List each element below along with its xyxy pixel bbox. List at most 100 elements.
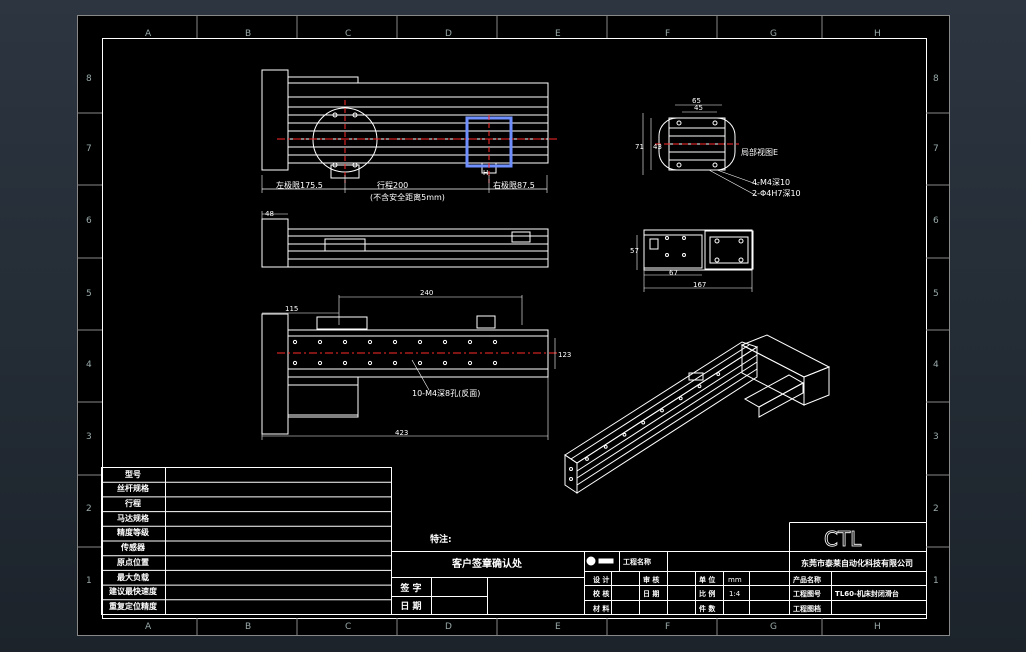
hole bbox=[292, 360, 298, 366]
hole-note: 10-M4深8孔(反面) bbox=[412, 388, 480, 398]
hole bbox=[603, 444, 608, 449]
zone-label: 5 bbox=[933, 289, 939, 299]
hole bbox=[492, 339, 498, 345]
view-bottom[interactable] bbox=[261, 295, 557, 440]
zone-label: G bbox=[770, 29, 777, 39]
date-label: 日 期 bbox=[400, 600, 421, 612]
drawing-no-label: 工程图号 bbox=[793, 589, 821, 598]
spec-label: 马达规格 bbox=[117, 513, 150, 523]
unit-value: mm bbox=[728, 576, 742, 584]
m4-note: 4-M4深10 bbox=[752, 178, 790, 187]
zone-label: E bbox=[555, 622, 561, 632]
zone-label: 4 bbox=[933, 360, 939, 370]
zone-label: D bbox=[445, 29, 452, 39]
spec-label: 重复定位精度 bbox=[109, 601, 158, 611]
title-block bbox=[584, 522, 927, 615]
hole bbox=[442, 339, 448, 345]
hole bbox=[467, 360, 473, 366]
drawing-sheet: A B C D E F G H A B C D E F G H 8 7 6 5 bbox=[77, 15, 950, 636]
zone-label: 1 bbox=[86, 576, 92, 586]
review-label: 审 核 bbox=[643, 575, 659, 584]
dim-h: 57 bbox=[630, 247, 639, 255]
limit-mark: H bbox=[483, 169, 488, 177]
design-label: 设 计 bbox=[593, 575, 609, 584]
dim-offset: 48 bbox=[265, 210, 274, 218]
archive-label: 工程图档 bbox=[793, 604, 821, 613]
spec-label: 建议最快速度 bbox=[108, 586, 158, 596]
zone-label: 4 bbox=[86, 360, 92, 370]
dim-span: 240 bbox=[420, 289, 433, 297]
scale-value: 1:4 bbox=[729, 590, 741, 598]
view-side-long[interactable] bbox=[261, 211, 549, 268]
hole bbox=[292, 339, 298, 345]
dim-left-limit: 左极限175.5 bbox=[276, 180, 323, 190]
check-label: 校 核 bbox=[593, 589, 609, 598]
zone-label: A bbox=[145, 622, 152, 632]
zone-label: 8 bbox=[933, 74, 939, 84]
zone-label: 5 bbox=[86, 289, 92, 299]
zone-label: 2 bbox=[933, 504, 939, 514]
hole bbox=[317, 360, 323, 366]
count-label: 件 数 bbox=[699, 604, 716, 613]
drawing-canvas[interactable]: A B C D E F G H A B C D E F G H 8 7 6 5 bbox=[77, 15, 950, 636]
customer-title: 客户签章确认处 bbox=[451, 557, 523, 570]
spec-label: 行程 bbox=[124, 498, 141, 508]
zone-label: 7 bbox=[933, 144, 939, 154]
spec-label: 精度等级 bbox=[117, 527, 150, 537]
dim-total: 423 bbox=[395, 429, 408, 437]
dim-d: 71 bbox=[635, 143, 644, 151]
phi-note: 2-Φ4H7深10 bbox=[752, 189, 801, 198]
zone-label: D bbox=[445, 622, 452, 632]
zone-label: 6 bbox=[86, 216, 92, 226]
zone-label: 8 bbox=[86, 74, 92, 84]
product-label: 产品名称 bbox=[793, 575, 821, 584]
zone-label: F bbox=[665, 622, 670, 632]
zone-label: 3 bbox=[86, 432, 92, 442]
detail-note: 局部视图E bbox=[741, 147, 778, 157]
date-label-tb: 日 期 bbox=[643, 589, 659, 598]
view-top[interactable] bbox=[261, 69, 557, 193]
company-logo: CTL bbox=[824, 527, 862, 551]
zone-label: 3 bbox=[933, 432, 939, 442]
zone-label: 1 bbox=[933, 576, 939, 586]
hole bbox=[367, 339, 373, 345]
hole bbox=[622, 432, 627, 437]
dim-i: 67 bbox=[669, 269, 678, 277]
zone-label: A bbox=[145, 29, 152, 39]
hole bbox=[492, 360, 498, 366]
hole bbox=[392, 360, 398, 366]
zone-label: H bbox=[874, 29, 881, 39]
zone-label: 6 bbox=[933, 216, 939, 226]
outer-frame bbox=[77, 15, 950, 636]
dim-c: 43 bbox=[653, 143, 662, 151]
material-label: 材 料 bbox=[592, 604, 609, 613]
scale-label: 比 例 bbox=[699, 589, 715, 598]
hole bbox=[467, 339, 473, 345]
spec-label: 最大负载 bbox=[117, 572, 149, 582]
view-isometric[interactable] bbox=[564, 334, 831, 494]
zone-label: C bbox=[345, 622, 351, 632]
hole bbox=[641, 420, 646, 425]
hole bbox=[660, 408, 664, 413]
hole bbox=[367, 360, 373, 366]
iso-holes bbox=[585, 372, 721, 461]
dim-right-limit: 右极限87.5 bbox=[493, 180, 535, 190]
hole bbox=[317, 339, 323, 345]
hole bbox=[392, 339, 398, 345]
hole bbox=[678, 396, 683, 401]
spec-label: 原点位置 bbox=[117, 557, 149, 567]
zone-label: H bbox=[874, 622, 881, 632]
remarks-label: 特注: bbox=[430, 533, 452, 545]
cad-window: A B C D E F G H A B C D E F G H 8 7 6 5 bbox=[0, 0, 1026, 652]
spec-label: 丝杆规格 bbox=[117, 483, 150, 493]
zone-label: C bbox=[345, 29, 351, 39]
dim-stroke-note: (不含安全距离5mm) bbox=[370, 192, 445, 202]
motor-block bbox=[261, 69, 289, 171]
hole bbox=[417, 339, 423, 345]
inner-frame bbox=[102, 38, 927, 619]
dim-height: 123 bbox=[558, 351, 571, 359]
unit-label: 单 位 bbox=[699, 575, 715, 584]
company-name: 东莞市泰莱自动化科技有限公司 bbox=[801, 558, 913, 568]
zone-label: G bbox=[770, 622, 777, 632]
dim-left: 115 bbox=[285, 305, 298, 313]
